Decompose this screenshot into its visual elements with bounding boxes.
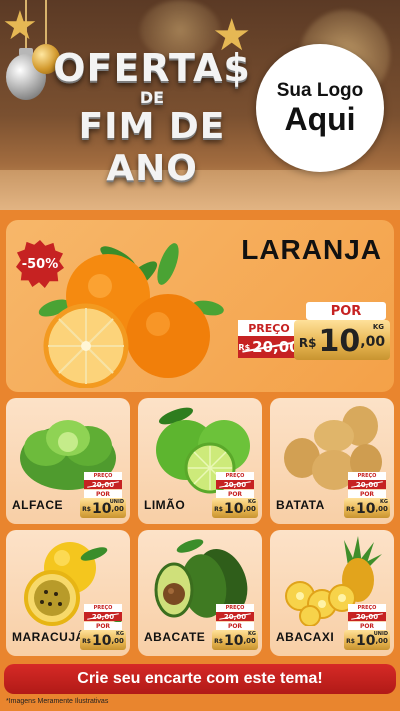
price-currency: R$ <box>298 336 317 350</box>
old-price: 20,00 <box>348 612 386 621</box>
price-integer: 10 <box>91 501 112 517</box>
current-price: KG R$ 10 ,00 <box>80 630 126 650</box>
title-line-2: DE <box>139 88 165 107</box>
product-card[interactable]: ABACATE PREÇO 20,00 POR KG R$ 10 ,00 <box>138 530 262 656</box>
current-price: KG R$ 10 ,00 <box>344 498 390 518</box>
price-tag: PREÇO 20,00 POR UNID R$ 10 ,00 <box>80 472 126 518</box>
price-unit: UNID <box>109 499 124 505</box>
price-tag: PREÇO 20,00 POR UNID R$ 10 ,00 <box>344 604 390 650</box>
product-name: MARACUJÁ <box>12 630 85 644</box>
price-tag: PREÇO 20,00 POR KG R$ 10 ,00 <box>344 472 390 518</box>
old-price-tag: PREÇO R$ 20,00 <box>238 320 300 358</box>
logo-text-line-1: Sua Logo <box>276 80 364 101</box>
price-currency: R$ <box>346 506 355 513</box>
price-unit: KG <box>116 631 124 637</box>
price-unit: KG <box>380 499 388 505</box>
product-card[interactable]: BATATA PREÇO 20,00 POR KG R$ 10 ,00 <box>270 398 394 524</box>
price-integer: 10 <box>355 501 376 517</box>
price-unit: KG <box>248 499 256 505</box>
price-integer: 10 <box>91 633 112 649</box>
product-card[interactable]: ALFACE PREÇO 20,00 POR UNID R$ 10 ,00 <box>6 398 130 524</box>
preco-label: PREÇO <box>84 604 122 612</box>
preco-label: PREÇO <box>216 472 254 480</box>
product-name: ABACAXI <box>276 630 335 644</box>
price-decimal: ,00 <box>243 637 256 645</box>
price-currency: R$ <box>214 506 223 513</box>
por-label: POR <box>348 622 386 630</box>
price-currency: R$ <box>82 638 91 645</box>
por-label: POR <box>216 622 254 630</box>
por-label: POR <box>84 490 122 498</box>
logo-placeholder[interactable]: Sua Logo Aqui <box>256 44 384 172</box>
por-label: POR <box>306 302 386 320</box>
star-icon: ★ <box>2 3 38 49</box>
price-decimal: ,00 <box>360 334 386 350</box>
logo-text-line-2: Aqui <box>284 101 356 137</box>
current-price: KG R$ 10 ,00 <box>212 498 258 518</box>
price-decimal: ,00 <box>111 637 124 645</box>
price-decimal: ,00 <box>243 505 256 513</box>
old-price: 20,00 <box>84 480 122 489</box>
old-price: R$ 20,00 <box>238 336 300 358</box>
disclaimer-text: *Imagens Meramente Ilustrativas <box>6 698 109 705</box>
current-price-tag: KG R$ 10 ,00 <box>294 320 390 360</box>
price-tag: PREÇO 20,00 POR KG R$ 10 ,00 <box>80 604 126 650</box>
por-label: POR <box>348 490 386 498</box>
product-name: ABACATE <box>144 630 206 644</box>
current-price: KG R$ 10 ,00 <box>212 630 258 650</box>
price-tag: PREÇO 20,00 POR KG R$ 10 ,00 <box>212 472 258 518</box>
price-currency: R$ <box>346 638 355 645</box>
ornament-string <box>45 0 47 44</box>
price-integer: 10 <box>355 633 376 649</box>
create-flyer-button[interactable]: Crie seu encarte com este tema! <box>4 664 396 694</box>
old-price: 20,00 <box>84 612 122 621</box>
price-integer: 10 <box>223 633 244 649</box>
old-price: 20,00 <box>348 480 386 489</box>
price-tag: PREÇO 20,00 POR KG R$ 10 ,00 <box>212 604 258 650</box>
price-currency: R$ <box>214 638 223 645</box>
preco-label: PREÇO <box>84 472 122 480</box>
price-decimal: ,00 <box>375 637 388 645</box>
price-integer: 10 <box>223 501 244 517</box>
product-name: BATATA <box>276 498 325 512</box>
price-unit: KG <box>248 631 256 637</box>
price-decimal: ,00 <box>375 505 388 513</box>
title-line-1: OFERTA$ <box>53 46 251 90</box>
price-decimal: ,00 <box>111 505 124 513</box>
header-banner: ★ ★ OFERTA$ DE FIM DE ANO Sua Logo Aqui <box>0 0 400 210</box>
product-card[interactable]: LIMÃO PREÇO 20,00 POR KG R$ 10 ,00 <box>138 398 262 524</box>
featured-product-name: LARANJA <box>241 234 382 265</box>
preco-label: PREÇO <box>348 472 386 480</box>
por-label: POR <box>84 622 122 630</box>
title-line-3: FIM DE ANO <box>78 106 226 189</box>
price-currency: R$ <box>82 506 91 513</box>
preco-label: PREÇO <box>238 320 300 336</box>
preco-label: PREÇO <box>348 604 386 612</box>
product-card[interactable]: ABACAXI PREÇO 20,00 POR UNID R$ 10 ,00 <box>270 530 394 656</box>
old-price: 20,00 <box>216 480 254 489</box>
price-integer: 10 <box>318 324 361 359</box>
product-card[interactable]: MARACUJÁ PREÇO 20,00 POR KG R$ 10 ,00 <box>6 530 130 656</box>
price-unit: KG <box>372 323 384 331</box>
current-price: UNID R$ 10 ,00 <box>80 498 126 518</box>
por-label: POR <box>216 490 254 498</box>
old-price: 20,00 <box>216 612 254 621</box>
preco-label: PREÇO <box>216 604 254 612</box>
product-name: ALFACE <box>12 498 63 512</box>
current-price: UNID R$ 10 ,00 <box>344 630 390 650</box>
product-name: LIMÃO <box>144 498 186 512</box>
featured-product-card[interactable]: -50% LARANJA POR PREÇO R$ 20,00 KG R$ 10… <box>6 220 394 392</box>
price-unit: UNID <box>373 631 388 637</box>
page-title: OFERTA$ DE FIM DE ANO <box>52 46 252 190</box>
